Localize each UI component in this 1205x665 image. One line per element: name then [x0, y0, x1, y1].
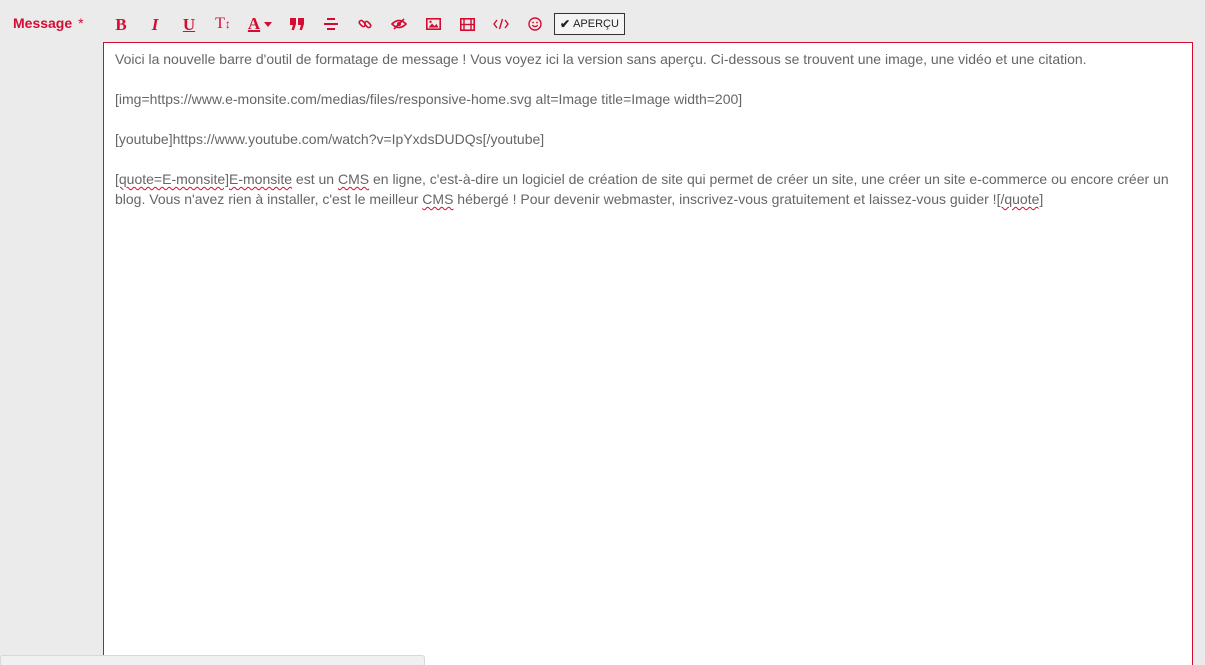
quote-button[interactable] [280, 11, 314, 37]
spoiler-icon [391, 18, 407, 30]
editor-line-image-tag: [img=https://www.e-monsite.com/medias/fi… [115, 91, 743, 107]
video-button[interactable] [450, 11, 484, 37]
quote-cms-2: CMS [422, 191, 454, 207]
editor-line-intro: Voici la nouvelle barre d'outil de forma… [115, 51, 1087, 67]
check-icon: ✔ [560, 17, 571, 31]
quote-text-3: hébergé ! Pour devenir webmaster, inscri… [453, 191, 997, 207]
text-size-icon: T↕ [215, 15, 231, 32]
quote-cms-1: CMS [337, 171, 370, 187]
formatting-toolbar: B I U T↕ A ✔ APERÇU [104, 11, 625, 37]
quote-close-tag: [/quote] [996, 191, 1044, 207]
image-button[interactable] [416, 11, 450, 37]
smiley-button[interactable] [518, 11, 552, 37]
code-icon [493, 18, 509, 30]
text-color-button[interactable]: A [240, 11, 280, 37]
italic-button[interactable]: I [138, 11, 172, 37]
link-icon [358, 19, 372, 29]
bold-button[interactable]: B [104, 11, 138, 37]
chevron-down-icon [264, 21, 273, 27]
quote-brand: E-monsite [229, 171, 293, 187]
preview-label: APERÇU [573, 18, 619, 30]
code-button[interactable] [484, 11, 518, 37]
underline-button[interactable]: U [172, 11, 206, 37]
text-size-button[interactable]: T↕ [206, 11, 240, 37]
message-textarea[interactable]: Voici la nouvelle barre d'outil de forma… [103, 42, 1193, 665]
message-field: Message * B I U T↕ A ✔ APERÇU Voici la n… [0, 0, 1205, 665]
video-icon [459, 17, 475, 31]
bold-icon: B [115, 14, 127, 34]
preview-button[interactable]: ✔ APERÇU [554, 13, 625, 35]
align-center-button[interactable] [314, 11, 348, 37]
underline-icon: U [182, 14, 196, 34]
italic-icon: I [151, 14, 159, 34]
field-label: Message * [13, 15, 84, 31]
spoiler-button[interactable] [382, 11, 416, 37]
horizontal-scrollbar[interactable] [0, 655, 425, 665]
field-label-text: Message [13, 15, 73, 31]
image-icon [425, 18, 441, 30]
text-color-icon: A [248, 14, 273, 34]
editor-line-quote: [quote=E-monsite]E-monsite est un CMS en… [115, 169, 1181, 209]
editor-line-youtube-tag: [youtube]https://www.youtube.com/watch?v… [115, 131, 545, 147]
smiley-icon [528, 17, 542, 31]
required-marker: * [78, 15, 84, 31]
quote-icon [290, 18, 304, 30]
align-center-icon [324, 18, 338, 30]
link-button[interactable] [348, 11, 382, 37]
quote-open-tag: [quote=E-monsite] [115, 171, 230, 187]
quote-text-1: est un [292, 171, 338, 187]
